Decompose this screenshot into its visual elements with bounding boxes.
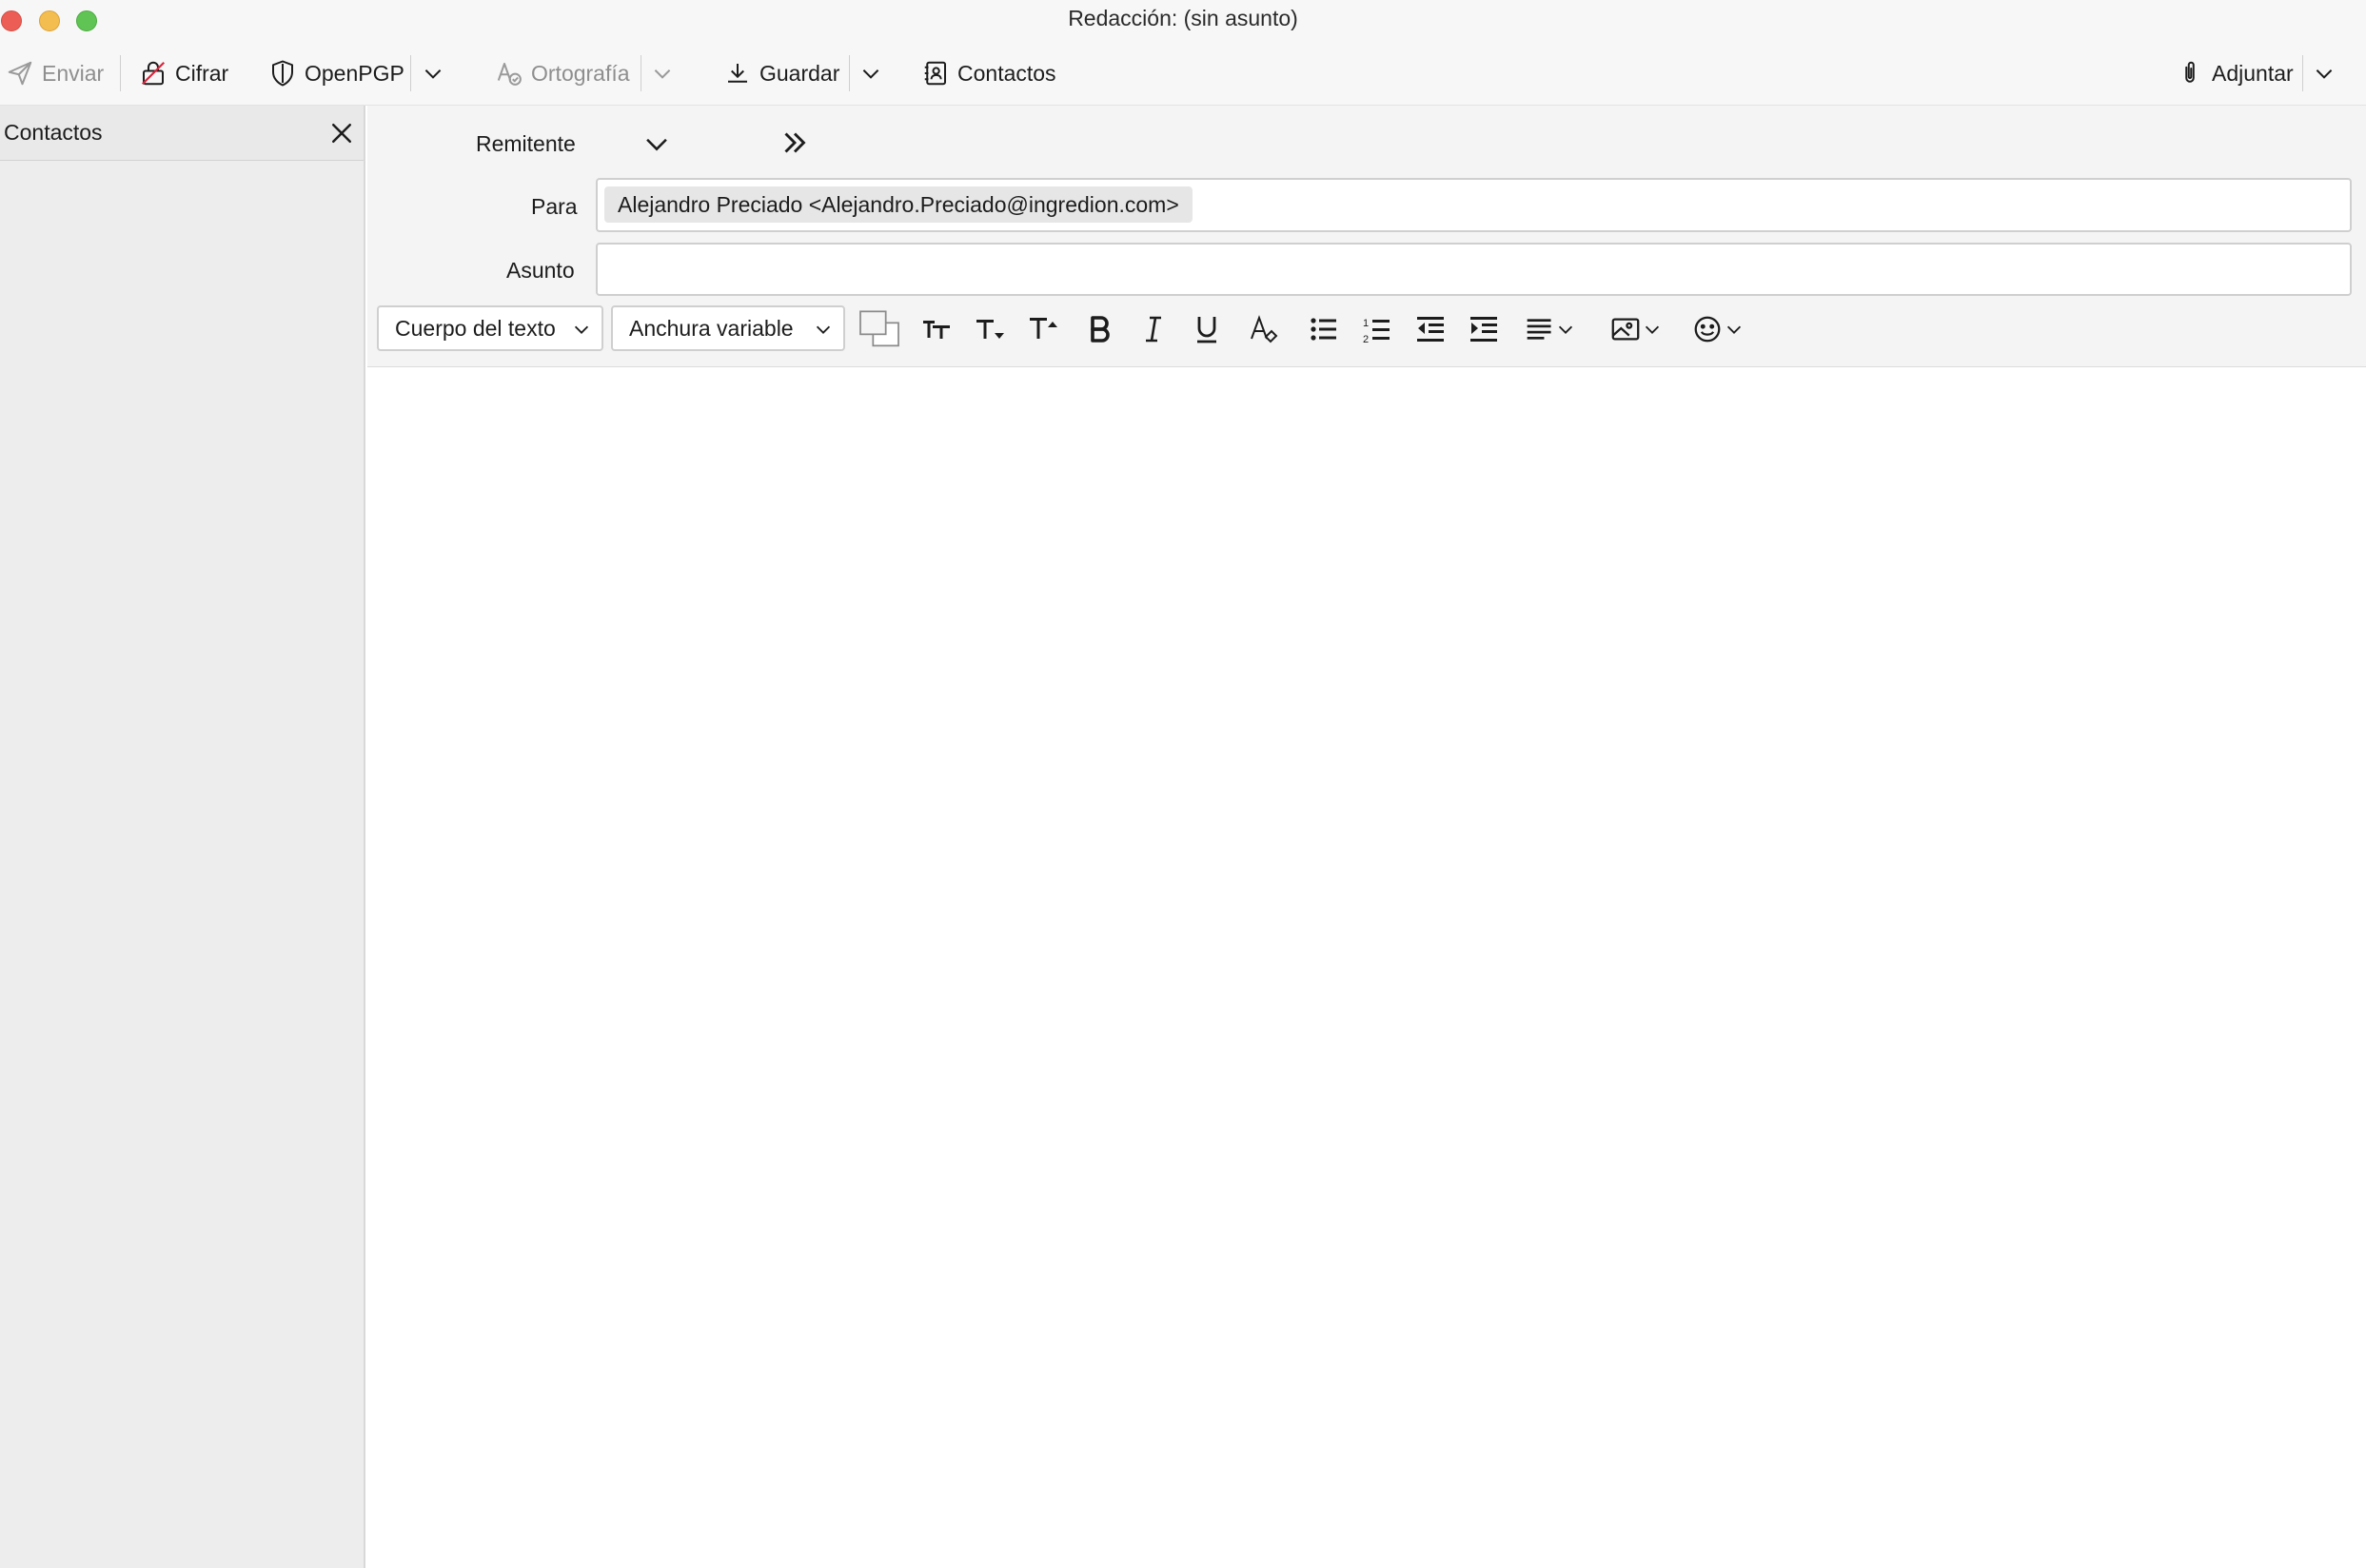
paperclip-icon xyxy=(2185,61,2195,83)
to-label: Para xyxy=(531,194,578,219)
message-body-editor[interactable] xyxy=(367,368,2366,1568)
save-button[interactable]: Guardar xyxy=(723,53,839,93)
toolbar-separator xyxy=(2302,55,2303,91)
encrypt-button[interactable]: Cifrar xyxy=(139,53,228,93)
subject-input[interactable] xyxy=(596,243,2352,296)
chevron-down-icon xyxy=(1558,325,1573,334)
double-chevron-right-icon[interactable] xyxy=(777,125,813,161)
font-select[interactable]: Anchura variable xyxy=(611,305,845,351)
attach-label: Adjuntar xyxy=(2212,60,2294,86)
encrypt-icon xyxy=(141,61,166,86)
bulleted-list-button[interactable] xyxy=(1305,310,1343,348)
font-smaller-icon xyxy=(976,320,1004,339)
color-swatch-icon xyxy=(859,310,899,347)
italic-button[interactable] xyxy=(1134,310,1173,348)
download-icon xyxy=(728,64,747,83)
send-icon xyxy=(8,61,32,86)
chevron-down-icon xyxy=(816,325,831,334)
toolbar-separator xyxy=(120,55,121,91)
color-picker-button[interactable] xyxy=(853,310,906,348)
svg-text:1: 1 xyxy=(1363,318,1369,329)
subject-label: Asunto xyxy=(506,258,575,283)
indent-icon xyxy=(1470,317,1497,342)
smiley-icon xyxy=(1694,316,1721,343)
svg-text:2: 2 xyxy=(1363,334,1369,345)
window-title: Redacción: (sin asunto) xyxy=(1068,6,1298,30)
title-bar: Redacción: (sin asunto) Enviar Cifrar Op… xyxy=(0,0,2366,106)
paragraph-format-select[interactable]: Cuerpo del texto xyxy=(377,305,603,351)
toolbar-separator xyxy=(849,55,850,91)
send-button[interactable]: Enviar xyxy=(6,53,104,93)
save-label: Guardar xyxy=(759,60,840,86)
chevron-down-icon xyxy=(862,69,879,79)
contacts-label: Contactos xyxy=(957,60,1056,86)
image-icon xyxy=(1611,318,1640,341)
encrypt-label: Cifrar xyxy=(175,60,229,86)
chevron-down-icon xyxy=(654,69,671,79)
chevron-down-icon[interactable] xyxy=(641,127,673,160)
indent-button[interactable] xyxy=(1465,310,1503,348)
chevron-down-icon xyxy=(424,69,442,79)
underline-icon xyxy=(1197,317,1216,343)
bold-icon xyxy=(1091,316,1110,343)
italic-icon xyxy=(1146,316,1161,343)
shield-icon xyxy=(272,60,293,87)
to-field[interactable]: Alejandro Preciado <Alejandro.Preciado@i… xyxy=(596,178,2352,232)
chevron-down-icon xyxy=(1726,325,1742,334)
alignment-menu-button[interactable] xyxy=(1521,310,1580,348)
spelling-label: Ortografía xyxy=(531,60,630,86)
clear-formatting-button[interactable] xyxy=(1245,310,1283,348)
insert-emoji-menu-button[interactable] xyxy=(1686,310,1749,348)
spelling-menu-button[interactable] xyxy=(648,59,677,88)
bullet-list-icon xyxy=(1311,318,1336,341)
sidebar-title: Contactos xyxy=(4,120,103,145)
send-label: Enviar xyxy=(42,60,105,86)
attach-button[interactable]: Adjuntar xyxy=(2176,53,2294,93)
spellcheck-icon xyxy=(497,63,522,86)
numbered-list-icon: 1 2 xyxy=(1363,318,1390,345)
bold-button[interactable] xyxy=(1081,310,1119,348)
openpgp-label: OpenPGP xyxy=(305,60,404,86)
font-larger-icon xyxy=(1030,318,1057,339)
decrease-font-size-button[interactable] xyxy=(971,310,1009,348)
spelling-button[interactable]: Ortografía xyxy=(495,53,630,93)
font-value: Anchura variable xyxy=(629,315,794,341)
compose-window: Redacción: (sin asunto) Enviar Cifrar Op… xyxy=(0,0,2366,1568)
close-icon[interactable] xyxy=(327,119,356,147)
outdent-button[interactable] xyxy=(1411,310,1449,348)
chevron-down-icon xyxy=(2316,69,2333,79)
align-icon xyxy=(1527,319,1551,340)
paragraph-format-value: Cuerpo del texto xyxy=(395,315,556,341)
outdent-icon xyxy=(1417,317,1444,342)
underline-button[interactable] xyxy=(1188,310,1226,348)
address-book-icon xyxy=(924,61,946,86)
from-label: Remitente xyxy=(476,131,576,156)
eraser-icon xyxy=(1251,315,1278,343)
font-size-icon xyxy=(923,321,950,339)
increase-font-size-button[interactable] xyxy=(1024,310,1062,348)
chevron-down-icon xyxy=(1645,325,1660,334)
chevron-down-icon xyxy=(574,325,589,334)
contacts-button[interactable]: Contactos xyxy=(921,53,1056,93)
compose-header: Remitente Para Alejandro Preciado <Aleja… xyxy=(367,106,2366,367)
openpgp-menu-button[interactable] xyxy=(419,59,447,88)
font-size-reset-button[interactable] xyxy=(917,310,956,348)
numbered-list-button[interactable]: 1 2 xyxy=(1358,310,1396,348)
openpgp-button[interactable]: OpenPGP xyxy=(268,53,404,93)
toolbar-separator xyxy=(410,55,411,91)
save-menu-button[interactable] xyxy=(857,59,885,88)
sidebar-header: Contactos xyxy=(0,106,364,161)
attach-menu-button[interactable] xyxy=(2310,59,2338,88)
insert-image-menu-button[interactable] xyxy=(1605,310,1667,348)
recipient-pill[interactable]: Alejandro Preciado <Alejandro.Preciado@i… xyxy=(604,186,1193,223)
contacts-sidebar: Contactos xyxy=(0,106,365,1568)
